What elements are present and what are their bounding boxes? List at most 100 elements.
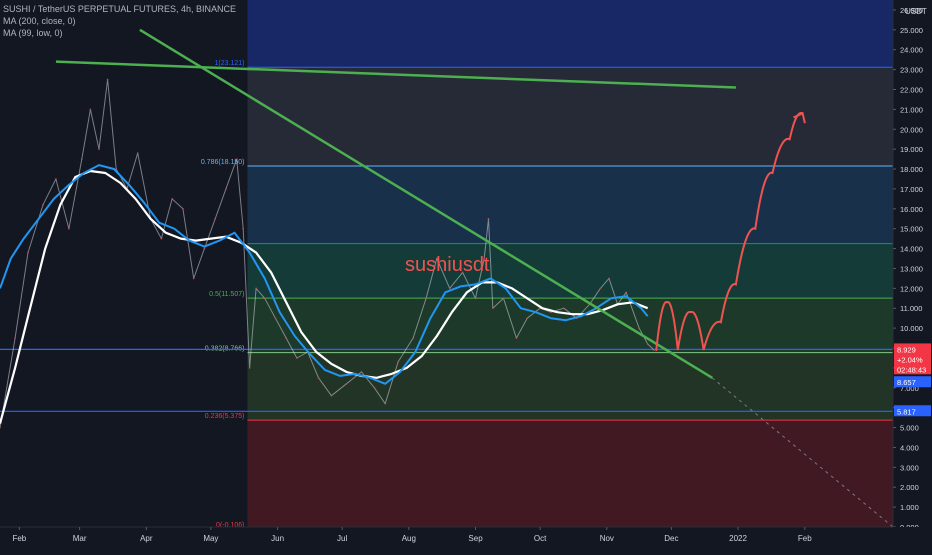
x-tick-label: Jun (271, 534, 284, 543)
price-point-14 (160, 237, 163, 240)
price-point-23 (248, 367, 251, 369)
chart-legend: SUSHI / TetherUS PERPETUAL FUTURES, 4h, … (3, 3, 236, 39)
price-point-32 (345, 382, 348, 385)
fib-band-above-1 (247, 0, 893, 68)
fib-band-0.236 (247, 352, 893, 421)
y-tick-label: 21.000 (900, 105, 923, 114)
price-point-22 (242, 227, 245, 230)
price-point-33 (360, 370, 363, 373)
price-point-3 (42, 203, 44, 206)
price-point-47 (515, 337, 518, 339)
price-point-6 (80, 158, 83, 160)
price-point-18 (203, 247, 206, 250)
y-tick-label: 12.000 (900, 284, 923, 293)
x-tick-label: Oct (534, 534, 547, 543)
price-point-15 (171, 197, 174, 200)
price-point-1 (14, 337, 16, 339)
price-point-37 (412, 337, 415, 339)
price-label-text: +2.04% (897, 355, 923, 364)
x-tick-label: Sep (468, 534, 483, 543)
price-point-31 (330, 394, 333, 397)
price-point-21 (235, 158, 238, 160)
price-labels: 8.929+2.04%02:48:43 8.657 5.817 (894, 343, 931, 417)
x-tick-label: May (203, 534, 218, 543)
x-tick-label: Mar (73, 534, 87, 543)
y-tick-label: 1.000 (900, 503, 919, 512)
price-point-5 (67, 227, 70, 230)
price-point-12 (136, 152, 139, 155)
price-point-8 (98, 148, 100, 151)
y-tick-label: 20.000 (900, 125, 923, 134)
price-point-45 (491, 307, 494, 310)
fib-label-0.5: 0.5(11.507) (209, 291, 244, 298)
y-tick-label: 24.000 (900, 46, 923, 55)
y-tick-label: 15.000 (900, 225, 923, 234)
x-tick-label: Dec (664, 534, 678, 543)
price-point-46 (502, 297, 505, 300)
fib-band-0 (247, 420, 893, 530)
x-tick-label: Feb (798, 534, 812, 543)
price-point-35 (384, 402, 387, 405)
legend-ma99[interactable]: MA (99, low, 0) (3, 27, 236, 39)
annotation-label[interactable]: sushiusdt (405, 254, 490, 276)
price-point-7 (89, 108, 92, 111)
price-point-16 (182, 207, 184, 210)
price-label-text: 8.657 (897, 378, 916, 387)
y-tick-label: 19.000 (900, 145, 923, 154)
x-tick-label: Nov (600, 534, 614, 543)
x-tick-label: Apr (140, 534, 153, 543)
legend-ma200[interactable]: MA (200, close, 0) (3, 15, 236, 27)
price-point-40 (448, 287, 451, 290)
y-tick-label: 14.000 (900, 245, 923, 254)
legend-title[interactable]: SUSHI / TetherUS PERPETUAL FUTURES, 4h, … (3, 3, 236, 15)
price-point-28 (296, 357, 298, 359)
y-tick-label: 3.000 (900, 463, 919, 472)
price-point-48 (526, 317, 529, 320)
price-point-34 (373, 386, 376, 389)
x-axis[interactable]: Feb Mar Apr May Jun Jul Aug Sep Oct Nov Dec 2022 Feb (0, 526, 932, 550)
price-point-36 (397, 361, 399, 363)
price-point-20 (225, 188, 227, 190)
price-point-19 (214, 217, 217, 220)
y-tick-label: 5.000 (900, 424, 919, 433)
price-label-text: 5.817 (897, 407, 916, 416)
x-tick-label: Feb (12, 534, 26, 543)
y-tick-label: 13.000 (900, 264, 923, 273)
y-axis-unit: USDT (905, 7, 927, 16)
price-point-25 (263, 297, 266, 300)
chart-canvas[interactable]: 0(-0.106)0.236(5.375)0.382(8.766)0.5(11.… (0, 0, 932, 550)
x-tick-label: Jul (337, 534, 347, 543)
price-point-26 (274, 317, 277, 320)
fib-label-0.236: 0.236(5.375) (205, 413, 245, 420)
price-point-42 (474, 297, 477, 300)
fib-label-0.786: 0.786(18.150) (201, 159, 245, 166)
x-tick-label: 2022 (729, 534, 747, 543)
price-point-58 (638, 327, 640, 330)
y-tick-label: 4.000 (900, 443, 919, 452)
price-point-55 (608, 277, 610, 280)
price-point-44 (487, 217, 490, 220)
price-point-57 (625, 291, 628, 294)
y-tick-label: 25.000 (900, 26, 923, 35)
y-tick-label: 18.000 (900, 165, 923, 174)
price-point-2 (27, 251, 29, 254)
fib-label-1: 1(23.121) (214, 60, 244, 67)
price-point-27 (285, 337, 288, 339)
price-point-30 (317, 376, 320, 379)
y-tick-label: 11.000 (900, 304, 922, 313)
price-point-59 (646, 343, 649, 345)
y-tick-label: 22.000 (900, 85, 923, 94)
fib-band-0.382 (247, 298, 893, 353)
x-tick-label: Aug (402, 534, 416, 543)
fib-band-0.618 (247, 166, 893, 244)
y-tick-label: 17.000 (900, 185, 923, 194)
price-point-9 (106, 78, 109, 81)
price-point-4 (55, 178, 57, 180)
price-point-51 (562, 307, 565, 310)
fib-band-0.5 (247, 243, 893, 299)
price-point-24 (255, 287, 257, 290)
chart-area[interactable]: 0(-0.106) 0.236(5.375) 0.382(8.766) 0.5(11.… (0, 0, 932, 550)
y-axis[interactable]: 0.0001.0002.0003.0004.0005.0006.0007.000… (892, 0, 932, 550)
price-point-17 (192, 277, 195, 280)
price-point-60 (653, 349, 656, 351)
